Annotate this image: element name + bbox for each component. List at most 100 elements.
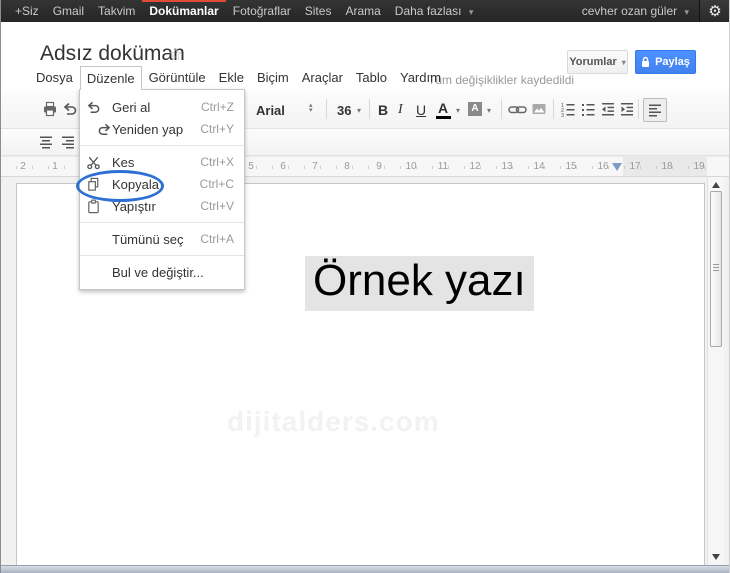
caret-down-icon[interactable]: ▾ xyxy=(487,106,491,115)
bulleted-list-icon[interactable] xyxy=(580,101,596,117)
ruler-number: 9 xyxy=(376,161,382,172)
nav-daha-fazlasi[interactable]: Daha fazlası ▾ xyxy=(388,0,481,22)
menu-item-geri-al[interactable]: Geri al Ctrl+Z xyxy=(80,96,244,118)
window-left-edge xyxy=(0,0,1,573)
outdent-icon[interactable] xyxy=(600,101,616,117)
comments-button[interactable]: Yorumlar ▾ xyxy=(567,50,628,74)
toolbar-separator xyxy=(326,99,327,119)
chevron-down-icon: ▾ xyxy=(621,57,626,67)
menu-tablo[interactable]: Tablo xyxy=(350,66,393,90)
nav-dokumanlar[interactable]: Dokümanlar xyxy=(142,0,226,22)
share-button[interactable]: Paylaş xyxy=(635,50,696,74)
document-text-selected[interactable]: Örnek yazı xyxy=(305,256,534,311)
font-size-select[interactable]: 36 xyxy=(337,103,351,118)
ruler-number: 13 xyxy=(501,161,513,172)
indent-icon[interactable] xyxy=(619,101,635,117)
clipboard-icon xyxy=(88,199,99,213)
print-icon[interactable] xyxy=(42,101,58,117)
menu-item-shortcut: Ctrl+Y xyxy=(200,122,234,136)
nav-arama[interactable]: Arama xyxy=(338,0,387,22)
caret-down-icon[interactable]: ▾ xyxy=(357,106,361,115)
underline-button[interactable]: U xyxy=(416,102,426,118)
bold-button[interactable]: B xyxy=(378,102,388,118)
insert-image-icon[interactable] xyxy=(531,101,547,117)
menu-item-bul-ve-degistir[interactable]: Bul ve değiştir... xyxy=(80,261,244,283)
numbered-list-icon[interactable]: 123 xyxy=(560,101,576,117)
scrollbar-grip xyxy=(713,264,719,272)
scissors-icon xyxy=(87,156,100,169)
menu-item-yapistir[interactable]: Yapıştır Ctrl+V xyxy=(80,195,244,217)
highlight-color-button[interactable]: A xyxy=(468,102,482,116)
menu-item-shortcut: Ctrl+C xyxy=(199,177,234,191)
toolbar-separator xyxy=(369,99,370,119)
menu-item-shortcut: Ctrl+V xyxy=(200,199,234,213)
menu-duzenle[interactable]: Düzenle xyxy=(79,66,142,90)
ruler-number: 17 xyxy=(629,161,641,172)
undo-icon[interactable] xyxy=(62,101,78,117)
chevron-down-icon: ▾ xyxy=(684,7,689,17)
menu-item-label: Bul ve değiştir... xyxy=(112,264,204,280)
nav-fotograflar[interactable]: Fotoğraflar xyxy=(226,0,298,22)
nav-dokumanlar-label: Dokümanlar xyxy=(149,4,219,18)
font-family-select[interactable]: Arial xyxy=(256,103,285,118)
ruler-number: 1 xyxy=(52,161,58,172)
account-menu[interactable]: cevher ozan güler ▾ xyxy=(572,0,699,22)
menu-separator xyxy=(80,255,244,256)
nav-gmail[interactable]: Gmail xyxy=(46,0,91,22)
ruler-number: 6 xyxy=(280,161,286,172)
nav-sites[interactable]: Sites xyxy=(298,0,339,22)
menu-dosya[interactable]: Dosya xyxy=(30,66,79,90)
menu-item-label: Tümünü seç xyxy=(112,231,184,247)
menu-item-tumunu-sec[interactable]: Tümünü seç Ctrl+A xyxy=(80,228,244,250)
menu-item-yeniden-yap[interactable]: Yeniden yap Ctrl+Y xyxy=(80,118,244,140)
ruler-number: 15 xyxy=(565,161,577,172)
ruler-number: 2 xyxy=(20,161,26,172)
toolbar-separator xyxy=(638,99,639,119)
menu-araclar[interactable]: Araçlar xyxy=(296,66,349,90)
font-family-spinner[interactable]: ▴ ▾ xyxy=(309,102,313,114)
ruler-number: 19 xyxy=(693,161,705,172)
menu-item-label: Yapıştır xyxy=(112,198,156,214)
menu-yardim[interactable]: Yardım xyxy=(394,66,447,90)
nav-takvim[interactable]: Takvim xyxy=(91,0,142,22)
menu-item-shortcut: Ctrl+X xyxy=(200,155,234,169)
menu-bicim[interactable]: Biçim xyxy=(251,66,295,90)
star-icon[interactable]: ☆ xyxy=(168,45,183,65)
scrollbar-thumb[interactable] xyxy=(710,191,722,347)
align-right-icon[interactable] xyxy=(60,134,76,150)
caret-down-icon[interactable]: ▾ xyxy=(456,106,460,115)
menu-ekle[interactable]: Ekle xyxy=(213,66,250,90)
watermark-text: dijitalders.com xyxy=(227,406,440,437)
ruler-number: 5 xyxy=(248,161,254,172)
menu-goruntule[interactable]: Görüntüle xyxy=(143,66,212,90)
align-left-icon xyxy=(649,104,661,117)
google-nav: +Siz Gmail Takvim Dokümanlar Fotoğraflar… xyxy=(0,0,480,22)
account-name: cevher ozan güler xyxy=(581,4,678,18)
chevron-down-icon: ▾ xyxy=(468,7,474,17)
text-color-button[interactable]: A xyxy=(438,100,448,116)
document-title[interactable]: Adsız doküman xyxy=(40,42,185,66)
insert-link-icon[interactable] xyxy=(508,102,527,118)
comments-button-label: Yorumlar xyxy=(569,56,617,68)
menu-item-label: Geri al xyxy=(112,99,151,115)
settings-button[interactable]: ⚙ xyxy=(699,0,730,22)
redo-icon xyxy=(98,123,111,135)
nav-daha-fazlasi-label: Daha fazlası xyxy=(394,4,462,18)
right-margin-marker[interactable] xyxy=(612,163,622,171)
italic-button[interactable]: I xyxy=(398,102,403,118)
google-top-bar: +Siz Gmail Takvim Dokümanlar Fotoğraflar… xyxy=(0,0,730,22)
scroll-up-arrow-icon[interactable] xyxy=(712,182,720,188)
align-center-icon[interactable] xyxy=(38,134,54,150)
menu-item-kopyala[interactable]: Kopyala Ctrl+C xyxy=(80,173,244,195)
align-left-button[interactable] xyxy=(643,98,667,122)
lock-icon xyxy=(642,56,650,67)
nav-plus-siz[interactable]: +Siz xyxy=(8,0,46,22)
scroll-down-arrow-icon[interactable] xyxy=(712,554,720,560)
menu-item-kes[interactable]: Kes Ctrl+X xyxy=(80,151,244,173)
menu-item-label: Kes xyxy=(112,154,135,170)
vertical-scrollbar[interactable] xyxy=(707,177,724,565)
menu-item-label: Yeniden yap xyxy=(112,121,184,137)
ruler-number: 18 xyxy=(661,161,673,172)
copy-icon xyxy=(88,177,99,191)
ruler-number: 14 xyxy=(533,161,545,172)
